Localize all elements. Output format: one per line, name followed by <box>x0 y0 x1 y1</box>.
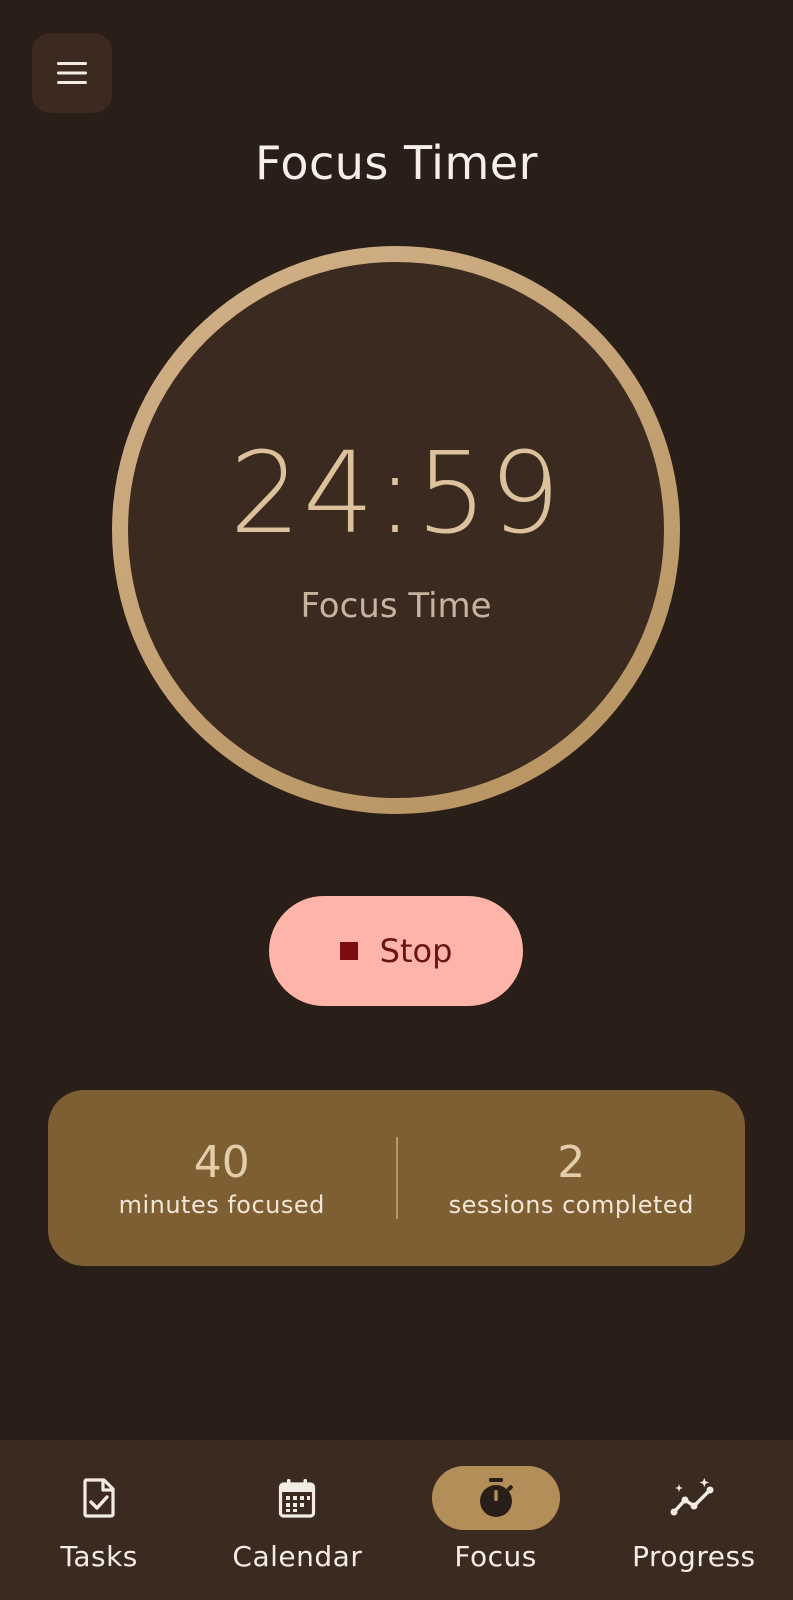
bottom-navigation: Tasks Calendar Focus Progress <box>0 1440 793 1600</box>
nav-label-progress: Progress <box>632 1540 756 1573</box>
nav-item-tasks[interactable]: Tasks <box>0 1440 198 1600</box>
minutes-focused-label: minutes focused <box>118 1191 325 1219</box>
sessions-completed-label: sessions completed <box>448 1191 694 1219</box>
nav-label-focus: Focus <box>454 1540 537 1573</box>
nav-label-tasks: Tasks <box>60 1540 138 1573</box>
timer-mode-label: Focus Time <box>300 586 492 626</box>
progress-chart-icon <box>670 1478 714 1516</box>
stop-square-icon <box>339 942 358 960</box>
nav-icon-container <box>35 1466 163 1530</box>
timer-progress-ring: 24:59 Focus Time <box>112 246 680 814</box>
page-title: Focus Timer <box>255 136 538 190</box>
nav-label-calendar: Calendar <box>232 1540 363 1573</box>
nav-item-focus[interactable]: Focus <box>397 1440 595 1600</box>
menu-button[interactable] <box>32 33 112 113</box>
hamburger-menu-icon <box>57 62 87 84</box>
minutes-focused-value: 40 <box>193 1137 250 1188</box>
sessions-completed-value: 2 <box>557 1137 586 1188</box>
minutes-focused-stat: 40 minutes focused <box>48 1137 396 1219</box>
nav-item-calendar[interactable]: Calendar <box>198 1440 396 1600</box>
timer-countdown: 24:59 <box>229 429 563 559</box>
stop-button[interactable]: Stop <box>269 896 523 1006</box>
sessions-completed-stat: 2 sessions completed <box>398 1137 746 1219</box>
timer-icon <box>479 1478 513 1517</box>
focus-stats-card: 40 minutes focused 2 sessions completed <box>48 1090 745 1266</box>
nav-icon-container <box>630 1466 758 1530</box>
nav-item-progress[interactable]: Progress <box>595 1440 793 1600</box>
stop-button-label: Stop <box>379 932 453 970</box>
nav-icon-container-active <box>431 1466 560 1530</box>
task-check-icon <box>83 1478 115 1518</box>
nav-icon-container <box>233 1466 361 1530</box>
calendar-icon <box>279 1479 316 1518</box>
timer-face: 24:59 Focus Time <box>128 262 664 798</box>
